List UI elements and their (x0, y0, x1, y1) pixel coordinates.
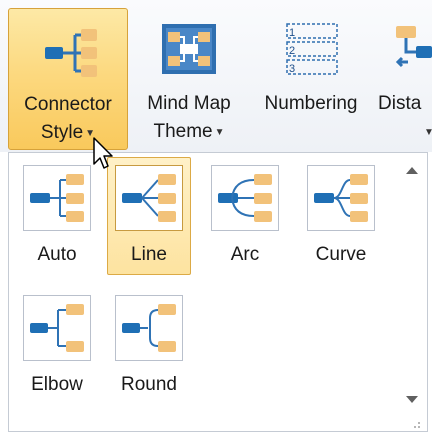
line-connector-icon (122, 174, 176, 222)
scroll-down-icon[interactable] (404, 393, 420, 407)
ribbon: Connector Style ▼ Mind Map Theme ▼ 1 2 3 N… (0, 0, 432, 152)
numbering-label: Numbering (264, 93, 358, 114)
connector-style-label-1: Connector (24, 94, 112, 115)
connector-style-icon (45, 29, 97, 77)
svg-text:3: 3 (289, 63, 295, 75)
mouse-cursor-icon (93, 137, 113, 169)
svg-text:1: 1 (289, 27, 295, 39)
connector-style-label-2: Style (40, 122, 84, 143)
auto-connector-icon (30, 174, 84, 222)
curve-connector-icon (314, 174, 368, 222)
connector-style-gallery: Auto Line Arc Curve Elbow Round (8, 152, 428, 432)
scroll-up-icon[interactable] (404, 163, 420, 177)
gallery-scrollbar[interactable] (399, 157, 425, 423)
gallery-item-line[interactable]: Line (107, 157, 191, 275)
resize-grip-icon[interactable] (411, 419, 421, 429)
gallery-item-label: Auto (37, 244, 77, 265)
numbering-button[interactable]: 1 2 3 Numbering (250, 8, 372, 150)
round-connector-icon (122, 304, 176, 352)
gallery-item-label: Arc (230, 244, 260, 265)
mind-map-theme-icon (162, 24, 216, 74)
elbow-connector-icon (30, 304, 84, 352)
distance-label: Dista (378, 93, 422, 114)
connector-style-button[interactable]: Connector Style ▼ (8, 8, 128, 150)
gallery-item-label: Round (121, 374, 177, 395)
gallery-item-label: Line (131, 244, 167, 265)
arc-connector-icon (218, 174, 272, 222)
gallery-item-auto[interactable]: Auto (15, 157, 99, 275)
svg-text:2: 2 (289, 45, 295, 57)
gallery-item-arc[interactable]: Arc (203, 157, 287, 275)
distance-button[interactable]: Dista ▼ (374, 8, 432, 150)
mind-map-theme-label-1: Mind Map (147, 93, 231, 114)
mind-map-theme-button[interactable]: Mind Map Theme ▼ (130, 8, 248, 150)
mind-map-theme-label-2: Theme (153, 121, 213, 142)
chevron-down-icon: ▼ (424, 127, 432, 138)
numbering-icon: 1 2 3 (286, 23, 338, 75)
gallery-item-round[interactable]: Round (107, 287, 191, 405)
gallery-item-curve[interactable]: Curve (299, 157, 383, 275)
gallery-item-label: Curve (315, 244, 367, 265)
distance-icon (395, 26, 432, 68)
chevron-down-icon: ▼ (214, 127, 225, 138)
gallery-item-elbow[interactable]: Elbow (15, 287, 99, 405)
gallery-item-label: Elbow (31, 374, 83, 395)
